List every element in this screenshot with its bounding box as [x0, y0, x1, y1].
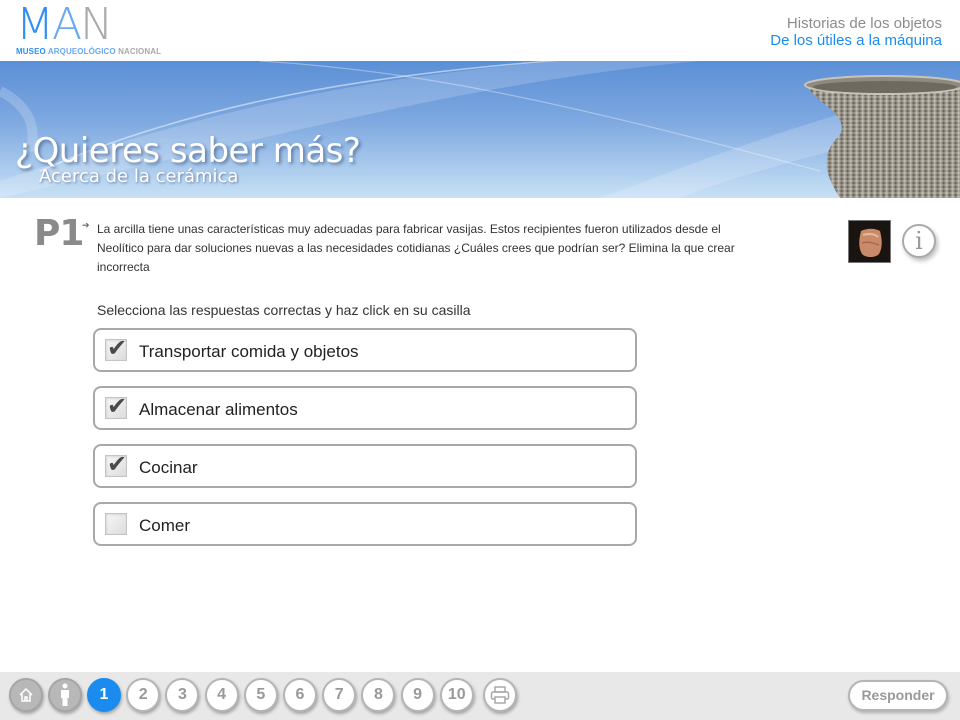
respond-button[interactable]: Responder — [848, 680, 948, 711]
logo-subtitle: MUSEO ARQUEOLÓGICO NACIONAL — [16, 47, 161, 56]
page-button-3[interactable]: 3 — [165, 678, 200, 712]
home-button[interactable] — [9, 678, 43, 712]
option-label: Transportar comida y objetos — [139, 342, 359, 361]
print-button[interactable] — [483, 678, 517, 712]
pot-icon — [859, 228, 882, 257]
checkmark-icon: ✔ — [107, 334, 128, 362]
checkmark-icon: ✔ — [107, 450, 128, 478]
answer-options: ✔ Transportar comida y objetos ✔ Almacen… — [93, 328, 637, 560]
page-button-9[interactable]: 9 — [400, 678, 435, 712]
option-label: Comer — [139, 516, 191, 535]
page-button-5[interactable]: 5 — [243, 678, 278, 712]
logo-letter-m: M — [16, 0, 54, 50]
info-button[interactable]: i — [902, 224, 936, 258]
page-button-1[interactable]: 1 — [87, 678, 121, 712]
page-button-7[interactable]: 7 — [322, 678, 357, 712]
person-icon — [61, 683, 69, 706]
page: MAN MUSEO ARQUEOLÓGICO NACIONAL Historia… — [0, 0, 960, 720]
logo-sub-nacional: NACIONAL — [118, 47, 162, 56]
series-title: Historias de los objetos — [786, 15, 942, 32]
logo-sub-arqueologico: ARQUEOLÓGICO — [47, 47, 119, 56]
logo-letter-a: A — [51, 0, 82, 50]
instruction-text: Selecciona las respuestas correctas y ha… — [97, 302, 471, 318]
print-icon — [490, 686, 510, 704]
option-almacenar[interactable]: ✔ Almacenar alimentos — [93, 386, 637, 430]
checkmark-icon: ✔ — [107, 392, 128, 420]
logo-letters: MAN — [16, 3, 161, 47]
option-transportar[interactable]: ✔ Transportar comida y objetos — [93, 328, 637, 372]
banner: ¿Quieres saber más? Acerca de la cerámic… — [0, 61, 960, 198]
option-comer[interactable]: Comer — [93, 502, 637, 546]
person-button[interactable] — [48, 678, 82, 712]
option-label: Almacenar alimentos — [139, 400, 298, 419]
logo-sub-museo: MUSEO — [16, 47, 48, 56]
footer-nav: 1 2 3 4 5 6 7 8 9 10 Responder — [0, 672, 960, 720]
checkbox[interactable] — [105, 513, 127, 535]
man-logo[interactable]: MAN MUSEO ARQUEOLÓGICO NACIONAL — [16, 3, 161, 57]
logo-letter-n: N — [80, 0, 113, 50]
question-number: P1 — [34, 213, 84, 254]
vase-image — [804, 75, 960, 198]
checkbox[interactable]: ✔ — [105, 334, 127, 362]
banner-title: ¿Quieres saber más? — [15, 131, 361, 171]
header-titles: Historias de los objetos De los útiles a… — [770, 15, 942, 49]
option-cocinar[interactable]: ✔ Cocinar — [93, 444, 637, 488]
page-button-6[interactable]: 6 — [283, 678, 317, 712]
banner-subtitle: Acerca de la cerámica — [39, 166, 239, 187]
pottery-thumbnail[interactable] — [848, 220, 891, 263]
arrow-right-icon: ➔ — [82, 220, 90, 230]
option-label: Cocinar — [139, 458, 198, 477]
home-icon — [19, 687, 33, 702]
checkbox[interactable]: ✔ — [105, 392, 127, 420]
header: MAN MUSEO ARQUEOLÓGICO NACIONAL Historia… — [0, 0, 960, 61]
checkbox[interactable]: ✔ — [105, 450, 127, 478]
section-title: De los útiles a la máquina — [770, 32, 942, 49]
page-button-2[interactable]: 2 — [126, 678, 161, 712]
page-button-4[interactable]: 4 — [204, 678, 239, 712]
page-button-8[interactable]: 8 — [361, 678, 396, 712]
page-button-10[interactable]: 10 — [439, 678, 474, 712]
question-text: La arcilla tiene unas características mu… — [97, 222, 735, 274]
